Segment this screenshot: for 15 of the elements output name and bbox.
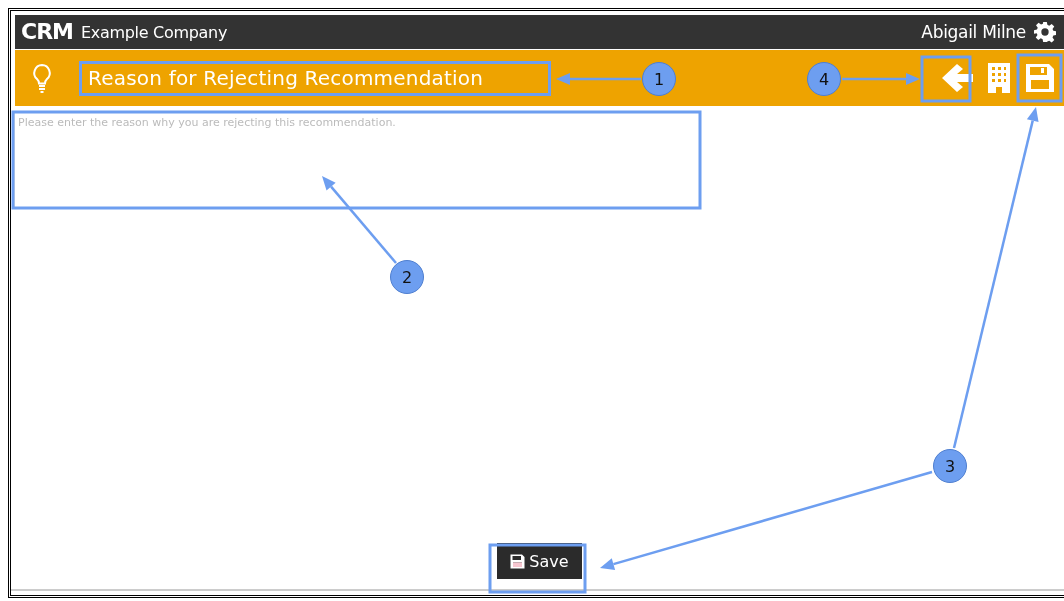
user-name[interactable]: Abigail Milne (921, 22, 1026, 42)
back-arrow-icon[interactable] (941, 62, 975, 94)
callout-badge: 2 (390, 260, 424, 294)
callout-badge: 3 (933, 449, 967, 483)
crm-logo: CRM (21, 21, 73, 43)
callout-badge: 4 (807, 62, 841, 96)
callout-badge: 1 (642, 62, 676, 96)
building-icon[interactable] (987, 62, 1011, 94)
settings-icon[interactable] (1034, 21, 1056, 43)
company-name: Example Company (81, 22, 228, 42)
page-title: Reason for Rejecting Recommendation (88, 66, 484, 90)
save-button[interactable]: Save (497, 543, 582, 579)
highlight-frame (1016, 53, 1063, 103)
lightbulb-icon (31, 63, 53, 93)
highlight-frame (920, 55, 972, 103)
